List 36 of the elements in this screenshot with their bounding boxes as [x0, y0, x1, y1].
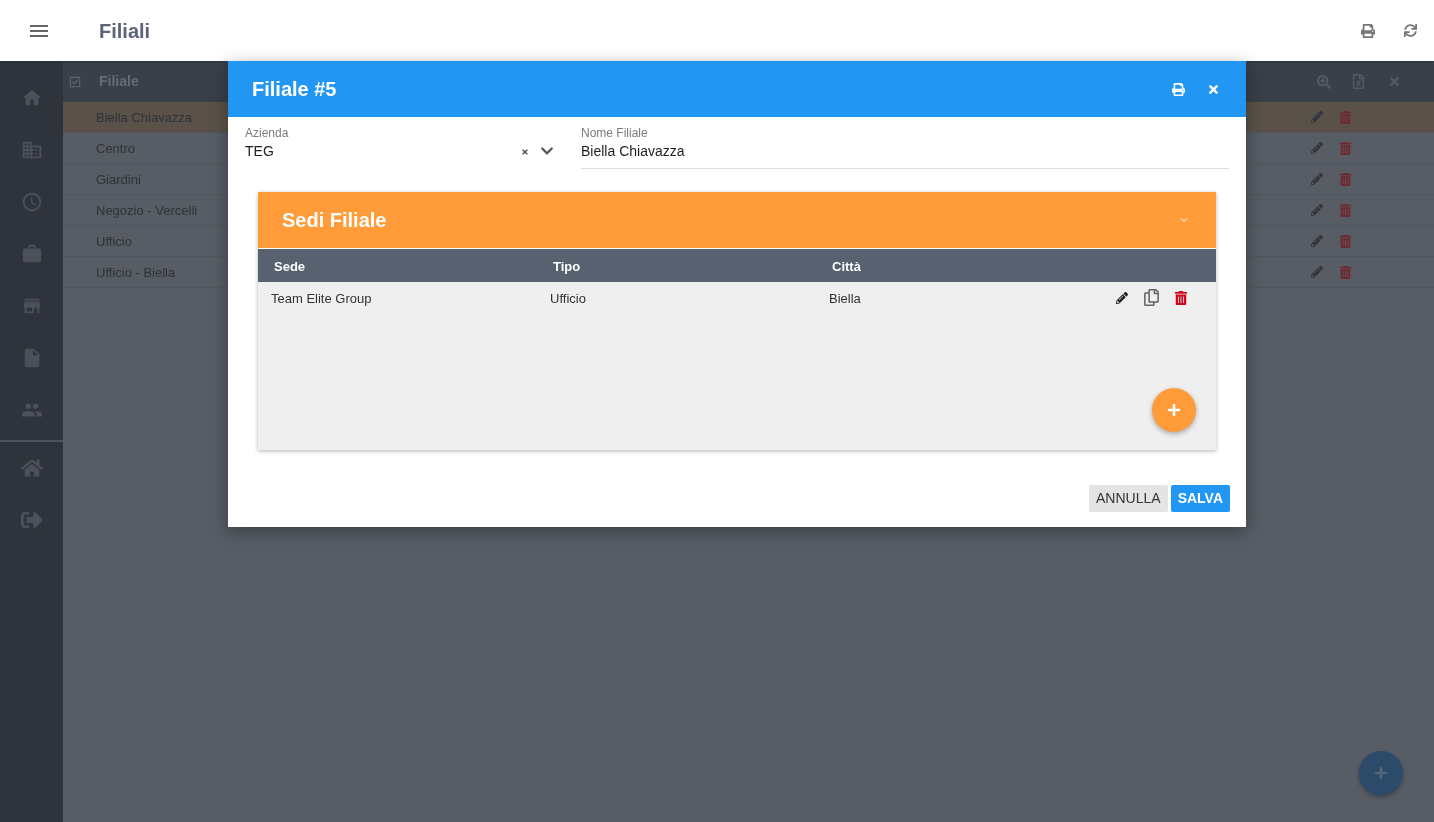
clock-icon[interactable] [20, 191, 43, 213]
refresh-icon[interactable] [1404, 24, 1417, 37]
cancel-button[interactable]: ANNULLA [1089, 485, 1168, 512]
pencil-icon[interactable] [1116, 291, 1128, 304]
page-title: Filiali [99, 18, 151, 44]
file-x-icon[interactable] [1351, 74, 1366, 89]
table-cell: Biella [829, 290, 861, 306]
field-label: Nome Filiale [581, 126, 648, 140]
print-icon[interactable] [1361, 23, 1375, 38]
close-icon[interactable] [1207, 82, 1220, 96]
text-field[interactable]: Nome Filiale Biella Chiavazza [581, 126, 1229, 169]
table-cell: Ufficio [550, 290, 586, 306]
field-value: Biella Chiavazza [581, 142, 685, 161]
briefcase-icon[interactable] [20, 243, 43, 265]
dialog-title: Filiale #5 [252, 77, 337, 102]
plus-icon [1167, 403, 1181, 417]
clear-icon[interactable] [521, 148, 529, 156]
column-header: Sede [274, 258, 306, 274]
add-button[interactable] [1359, 751, 1403, 795]
close-icon[interactable] [1388, 75, 1401, 88]
select-field[interactable]: Azienda TEG [245, 126, 557, 169]
trash-icon[interactable] [1174, 290, 1188, 305]
table-cell: Team Elite Group [271, 290, 372, 306]
add-button[interactable] [1152, 388, 1196, 432]
sign-out-icon[interactable] [20, 509, 43, 531]
plus-icon [1374, 766, 1388, 780]
field-label: Azienda [245, 126, 289, 140]
print-icon[interactable] [1172, 82, 1185, 96]
column-header: Città [832, 258, 861, 274]
field-value: TEG [245, 143, 274, 159]
home-icon[interactable] [20, 457, 43, 479]
copy-icon[interactable] [1143, 289, 1160, 306]
zoom-in-icon[interactable] [1317, 74, 1331, 89]
panel-title: Sedi Filiale [282, 208, 387, 233]
column-header: Tipo [553, 258, 581, 274]
building-icon[interactable] [20, 139, 43, 161]
